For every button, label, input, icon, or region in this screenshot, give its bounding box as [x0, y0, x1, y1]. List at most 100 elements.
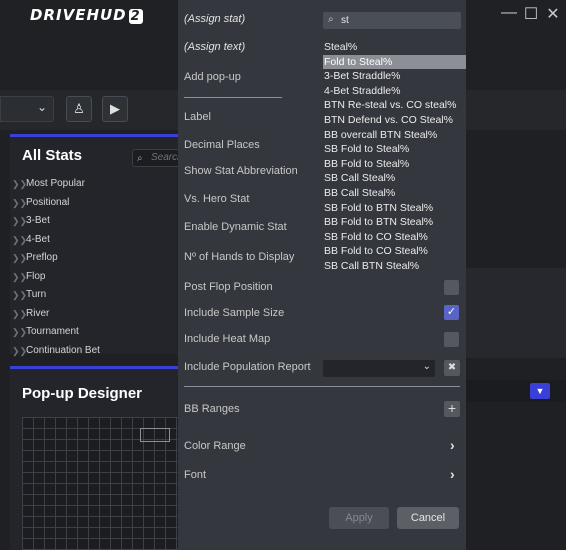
stat-category-item[interactable]: ❯❯ River — [10, 305, 180, 324]
stat-suggestion-item[interactable]: BB Fold to BTN Steal% — [323, 215, 466, 230]
minimize-icon[interactable]: — — [500, 4, 518, 22]
stat-suggestion-item[interactable]: Fold to Steal% — [323, 54, 466, 70]
all-stats-title: All Stats — [22, 147, 83, 164]
population-report-select[interactable]: ⌄ — [323, 360, 435, 377]
assign-stat-label[interactable]: (Assign stat) — [184, 13, 245, 25]
double-chevron-right-icon: ❯❯ — [12, 234, 28, 245]
double-chevron-right-icon: ❯❯ — [12, 345, 28, 356]
stat-suggestion-item[interactable]: BB overcall BTN Steal% — [323, 128, 466, 143]
decimal-places-label: Decimal Places — [184, 139, 260, 151]
stat-suggestion-item[interactable]: SB Call BTN Steal% — [323, 259, 466, 272]
dropdown-button[interactable]: ▼ — [530, 383, 550, 399]
vs-hero-label: Vs. Hero Stat — [184, 193, 250, 205]
hands-to-display-label: Nº of Hands to Display — [184, 251, 295, 263]
popup-designer-title: Pop-up Designer — [22, 385, 143, 402]
clear-button[interactable]: ✖ — [444, 360, 460, 376]
post-flop-label: Post Flop Position — [184, 281, 273, 293]
stat-suggestion-item[interactable]: 4-Bet Straddle% — [323, 84, 466, 99]
video-button[interactable]: ▶ — [102, 96, 128, 122]
all-stats-panel: All Stats ⌕ Search ❯❯ Most Popular ❯❯ Positi… — [10, 134, 192, 356]
search-icon: ⌕ — [137, 153, 143, 164]
popup-designer-panel: Pop-up Designer — [10, 366, 182, 550]
stat-category-label: Continuation Bet — [26, 344, 100, 356]
search-icon: ⌕ — [328, 14, 334, 25]
stat-suggestion-item[interactable]: BTN Re-steal vs. CO steal% — [323, 98, 466, 113]
close-icon: ✖ — [447, 362, 457, 373]
bb-ranges-label: BB Ranges — [184, 403, 240, 415]
apply-button[interactable]: Apply — [329, 507, 389, 529]
stat-category-item[interactable]: ❯❯ 3-Bet — [10, 212, 180, 231]
hud-settings-button[interactable]: ♙ — [66, 96, 92, 122]
stat-category-item[interactable]: ❯❯ Preflop — [10, 249, 180, 268]
stat-category-label: River — [26, 307, 50, 319]
color-range-label[interactable]: Color Range — [184, 440, 246, 452]
double-chevron-right-icon: ❯❯ — [12, 179, 28, 189]
stat-suggestion-item[interactable]: BB Fold to CO Steal% — [323, 244, 466, 259]
stat-suggestion-item[interactable]: SB Call Steal% — [323, 171, 466, 186]
label-field-label: Label — [184, 111, 211, 123]
stat-category-item[interactable]: ❯❯ 4-Bet — [10, 231, 180, 250]
stat-category-label: Flop — [26, 270, 46, 282]
right-panel — [466, 268, 566, 358]
stat-suggestion-list: Steal% Fold to Steal% 3-Bet Straddle% 4-Bet… — [323, 40, 466, 272]
double-chevron-right-icon: ❯❯ — [12, 197, 28, 208]
check-icon: ✓ — [446, 306, 457, 318]
stat-category-list: ❯❯ Most Popular ❯❯ Positional ❯❯ 3-Bet ❯❯ 4-Bet… — [10, 175, 180, 360]
stat-category-label: Turn — [26, 289, 47, 300]
double-chevron-right-icon: ❯❯ — [12, 290, 28, 300]
assign-text-label[interactable]: (Assign text) — [184, 41, 245, 53]
video-icon: ▶ — [110, 101, 120, 116]
grid-selection[interactable] — [140, 428, 170, 442]
stat-suggestion-item[interactable]: BTN Defend vs. CO Steal% — [323, 113, 466, 128]
stat-category-item[interactable]: ❯❯ Flop — [10, 268, 180, 287]
stat-search-box[interactable]: ⌕ — [323, 12, 461, 29]
stat-category-item[interactable]: ❯❯ Turn — [10, 286, 180, 305]
stat-suggestion-item[interactable]: SB Fold to BTN Steal% — [323, 201, 466, 216]
sample-size-label: Include Sample Size — [184, 307, 285, 319]
show-abbrev-label: Show Stat Abbreviation — [184, 165, 298, 177]
population-report-label: Include Population Report — [184, 361, 311, 373]
stat-category-item[interactable]: ❯❯ Continuation Bet — [10, 342, 180, 361]
stat-suggestion-item[interactable]: BB Call Steal% — [323, 186, 466, 201]
double-chevron-right-icon: ❯❯ — [12, 253, 28, 263]
add-popup-label[interactable]: Add pop-up — [184, 71, 241, 83]
double-chevron-right-icon: ❯❯ — [12, 216, 28, 226]
divider — [184, 97, 282, 98]
stat-category-label: Tournament — [26, 326, 79, 337]
stat-category-label: Most Popular — [26, 178, 85, 189]
add-range-button[interactable]: + — [444, 401, 460, 417]
chevron-right-icon[interactable]: › — [450, 437, 455, 453]
font-label[interactable]: Font — [184, 469, 206, 481]
right-dropdown-bar — [466, 380, 566, 402]
dynamic-stat-label: Enable Dynamic Stat — [184, 221, 287, 233]
stat-category-item[interactable]: ❯❯ Most Popular — [10, 175, 180, 194]
heat-map-checkbox[interactable] — [444, 332, 459, 347]
divider — [184, 386, 460, 387]
stat-suggestion-item[interactable]: Steal% — [323, 40, 466, 55]
stat-category-label: 3-Bet — [26, 215, 50, 226]
heat-map-label: Include Heat Map — [184, 333, 271, 345]
stat-suggestion-item[interactable]: BB Fold to Steal% — [323, 157, 466, 172]
hud-profile-select[interactable]: ⌄ — [0, 96, 54, 122]
stat-suggestion-item[interactable]: 3-Bet Straddle% — [323, 69, 466, 84]
stat-category-label: 4-Bet — [26, 233, 50, 245]
caret-down-icon: ▼ — [535, 386, 545, 396]
stat-suggestion-item[interactable]: SB Fold to CO Steal% — [323, 230, 466, 245]
close-icon[interactable]: ✕ — [544, 4, 562, 24]
stat-category-item[interactable]: ❯❯ Positional — [10, 194, 180, 213]
chevron-right-icon[interactable]: › — [450, 466, 455, 482]
sample-size-checkbox[interactable]: ✓ — [444, 305, 459, 320]
cancel-button[interactable]: Cancel — [397, 507, 459, 529]
chevron-down-icon: ⌄ — [36, 100, 47, 114]
double-chevron-right-icon: ❯❯ — [12, 271, 28, 282]
stat-category-label: Positional — [26, 196, 70, 208]
stat-category-label: Preflop — [26, 252, 58, 263]
post-flop-checkbox[interactable] — [444, 280, 459, 295]
chevron-down-icon: ⌄ — [422, 361, 431, 372]
stat-search-input[interactable] — [341, 12, 457, 29]
stat-suggestion-item[interactable]: SB Fold to Steal% — [323, 142, 466, 157]
stat-category-item[interactable]: ❯❯ Tournament — [10, 323, 180, 342]
maximize-icon[interactable]: ☐ — [522, 4, 540, 24]
app-logo: DRIVEHUD 2 — [30, 6, 143, 24]
stat-settings-dialog: (Assign stat) (Assign text) Add pop-up L… — [178, 0, 466, 550]
